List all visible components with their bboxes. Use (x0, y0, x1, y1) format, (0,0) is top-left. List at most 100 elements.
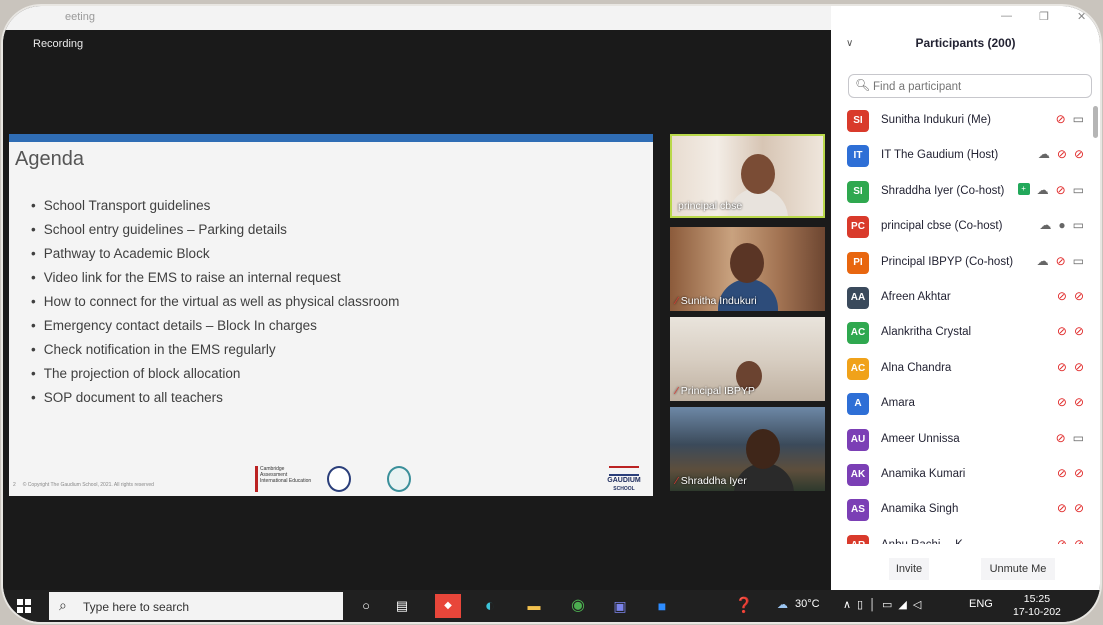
participant-list-scrollbar[interactable] (1093, 106, 1098, 138)
participant-list: SI Sunitha Indukuri (Me) ⊘ ▭ IT IT The Gaudiu… (831, 104, 1100, 544)
windows-start-icon[interactable] (17, 599, 31, 613)
unmute-me-button[interactable]: Unmute Me (981, 558, 1055, 580)
agenda-item: The projection of block allocation (31, 362, 399, 386)
avatar: A (847, 393, 869, 416)
avatar: PI (847, 251, 869, 274)
gaudium-logo: GAUDIUM SCHOOL (599, 466, 649, 492)
participant-row[interactable]: ARAnbu Rachi… K⊘⊘ (831, 529, 1100, 544)
participant-row[interactable]: A Amara ⊘ ⊘ (831, 387, 1100, 422)
agenda-item: Pathway to Academic Block (31, 242, 399, 266)
participant-row[interactable]: SI Sunitha Indukuri (Me) ⊘ ▭ (831, 104, 1100, 139)
minimize-icon[interactable]: — (1001, 10, 1012, 22)
participants-header: Participants (200) (915, 36, 1016, 50)
cloud-icon: ☁ (1036, 182, 1049, 197)
video-tile-name: Shraddha Iyer (680, 475, 747, 487)
participant-face (730, 243, 764, 283)
agenda-item: School Transport guidelines (31, 194, 399, 218)
mic-muted-icon: ⁄ (676, 475, 678, 487)
mic-muted-icon: ⊘ (1055, 253, 1066, 268)
video-tile-principal-cbse[interactable]: principal cbse (670, 134, 825, 218)
file-explorer-icon[interactable]: ▬ (521, 594, 547, 618)
participant-row[interactable]: AU Ameer Unnissa ⊘ ▭ (831, 423, 1100, 458)
agenda-item: SOP document to all teachers (31, 386, 399, 410)
participant-status-icons: ⊘ ⊘ (1057, 324, 1084, 338)
participant-row[interactable]: AK Anamika Kumari ⊘ ⊘ (831, 458, 1100, 493)
panel-window-controls: — ❐ ✕ (831, 6, 1100, 30)
taskbar-clock[interactable]: 15:25 17-10-202 (1013, 593, 1061, 619)
video-off-icon: ⊘ (1073, 501, 1084, 516)
participant-face (741, 154, 775, 194)
participant-search[interactable]: 🔍︎ (848, 74, 1092, 98)
mic-muted-icon: ⊘ (1055, 112, 1066, 126)
zoom-title-bar: eeting (3, 6, 831, 30)
participant-status-icons: ⊘ ⊘ (1057, 289, 1084, 303)
mic-muted-icon: ⊘ (1056, 147, 1067, 162)
participant-status-icons: ⊘ ▭ (1056, 112, 1084, 126)
participant-row[interactable]: SI Shraddha Iyer (Co-host) + ☁ ⊘ ▭ (831, 175, 1100, 210)
tray-icons[interactable]: ∧▯│▭◢◁ (843, 598, 927, 611)
ppt-toolbar (9, 134, 653, 142)
gaudium-logo-sub: SCHOOL (613, 486, 635, 492)
participant-status-icons: ⊘ ⊘ (1057, 466, 1084, 480)
participant-row[interactable]: AA Afreen Akhtar ⊘ ⊘ (831, 281, 1100, 316)
avatar: AS (847, 499, 869, 522)
mic-muted-icon: ⊘ (1056, 465, 1067, 480)
participant-status-icons: ☁ ⊘ ▭ (1037, 254, 1084, 268)
participant-status-icons: ⊘ ⊘ (1057, 537, 1084, 544)
participant-face (746, 429, 780, 469)
taskbar-search[interactable]: ⌕ Type here to search (49, 592, 343, 620)
anydesk-icon[interactable]: ◆ (435, 594, 461, 618)
language-indicator[interactable]: ENG (969, 598, 993, 610)
taskbar-date: 17-10-202 (1013, 606, 1061, 618)
participant-name: principal cbse (Co-host) (881, 220, 1003, 233)
slide-footer: 2 © Copyright The Gaudium School, 2021. … (13, 482, 154, 488)
cambridge-logo: Cambridge Assessment International Educa… (255, 466, 312, 492)
participant-status-icons: + ☁ ⊘ ▭ (1017, 182, 1084, 197)
temperature[interactable]: 30°C (795, 598, 820, 610)
share-badge-icon: + (1017, 182, 1030, 195)
participant-row[interactable]: AC Alna Chandra ⊘ ⊘ (831, 352, 1100, 387)
participant-status-icons: ⊘ ⊘ (1057, 360, 1084, 374)
participant-status-icons: ⊘ ⊘ (1057, 501, 1084, 515)
chrome-icon[interactable]: ◉ (565, 594, 591, 618)
participant-name: Anamika Kumari (881, 467, 966, 480)
help-icon[interactable]: ❓ (731, 594, 757, 618)
recording-indicator[interactable]: Recording (33, 38, 83, 50)
participant-row[interactable]: AS Anamika Singh ⊘ ⊘ (831, 493, 1100, 528)
avatar: SI (847, 180, 869, 203)
teams-icon[interactable]: ▣ (607, 594, 633, 618)
mic-muted-icon: ⊘ (1056, 324, 1067, 339)
mic-muted-icon: ⊘ (1056, 288, 1067, 303)
participant-status-icons: ☁ ⊘ ⊘ (1038, 147, 1084, 161)
cortana-icon[interactable]: ○ (353, 594, 379, 618)
agenda-item: Check notification in the EMS regularly (31, 338, 399, 362)
restore-icon[interactable]: ❐ (1039, 10, 1049, 23)
video-tile-sunitha[interactable]: ⁄ Sunitha Indukuri (670, 227, 825, 311)
participants-panel: — ❐ ✕ ∨ Participants (200) 🔍︎ SISunitha … (831, 6, 1100, 590)
participant-name: IT The Gaudium (Host) (881, 149, 999, 162)
video-off-icon: ⊘ (1073, 536, 1084, 544)
close-icon[interactable]: ✕ (1077, 10, 1086, 23)
mic-muted-icon: ⊘ (1056, 395, 1067, 410)
edge-icon[interactable]: ◐ (477, 594, 503, 618)
video-tile-shraddha[interactable]: ⁄ Shraddha Iyer (670, 407, 825, 491)
task-view-icon[interactable]: ▤ (389, 594, 415, 618)
participant-row[interactable]: PI Principal IBPYP (Co-host) ☁ ⊘ ▭ (831, 246, 1100, 281)
weather-icon[interactable]: ☁ (777, 598, 788, 611)
participant-row[interactable]: AC Alankritha Crystal ⊘ ⊘ (831, 316, 1100, 351)
participant-name: Sunitha Indukuri (Me) (881, 114, 991, 126)
cloud-icon: ☁ (1039, 218, 1052, 233)
participant-row[interactable]: PC principal cbse (Co-host) ☁ ● ▭ (831, 210, 1100, 245)
mic-icon: ● (1058, 218, 1066, 233)
invite-button[interactable]: Invite (889, 558, 929, 580)
zoom-icon[interactable]: ■ (649, 594, 675, 618)
avatar: AU (847, 428, 869, 451)
participant-search-input[interactable] (871, 77, 1085, 97)
participant-name: Afreen Akhtar (881, 290, 951, 303)
participant-name: Shraddha Iyer (Co-host) (881, 184, 1005, 197)
mic-muted-icon: ⊘ (1056, 536, 1067, 544)
participant-status-icons: ⊘ ▭ (1056, 431, 1084, 445)
participant-row[interactable]: IT IT The Gaudium (Host) ☁ ⊘ ⊘ (831, 139, 1100, 174)
video-icon: ▭ (1072, 182, 1084, 197)
video-tile-principal-ibpyp[interactable]: ⁄ Principal IBPYP (670, 317, 825, 401)
